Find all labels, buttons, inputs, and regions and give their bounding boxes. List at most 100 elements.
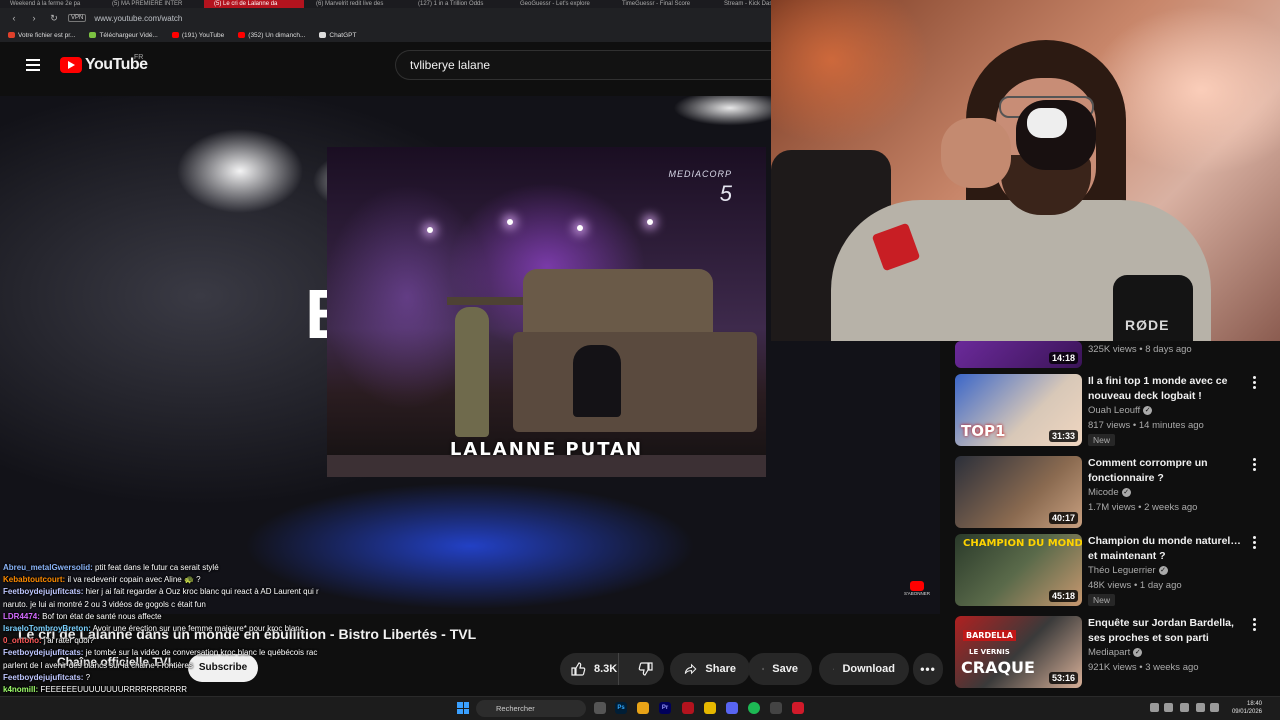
chat-text: naruto. je lui ai montré 2 ou 3 vidéos d… bbox=[3, 599, 206, 609]
recommendation-channel[interactable]: Théo Leguerrier ✓ bbox=[1088, 564, 1168, 577]
thumbnail-text: CHAMPION DU MONDE bbox=[963, 538, 1082, 549]
upload-age: 3 weeks ago bbox=[1145, 662, 1199, 673]
video-thumbnail[interactable]: 40:17 bbox=[955, 456, 1082, 528]
chat-text: FEEEEEEUUUUUUUURRRRRRRRRRR bbox=[38, 685, 188, 695]
bookmark-label: (191) YouTube bbox=[181, 31, 225, 39]
bookmark-favicon-icon bbox=[238, 32, 246, 38]
microphone-icon[interactable] bbox=[1180, 703, 1189, 712]
bookmark-item[interactable]: (191) YouTube bbox=[171, 31, 225, 39]
recommendation-meta: 1.7M views • 2 weeks ago bbox=[1088, 501, 1197, 514]
browser-tab[interactable]: (6) Marvelrit redit live des bbox=[306, 0, 406, 8]
back-icon[interactable]: ‹ bbox=[8, 13, 20, 23]
download-button[interactable]: Download bbox=[819, 653, 909, 685]
more-vertical-icon[interactable] bbox=[1249, 376, 1259, 390]
browser-tab[interactable]: TimeGuessr - Final Score bbox=[612, 0, 712, 8]
bookmark-item[interactable]: ChatGPT bbox=[319, 32, 356, 39]
verified-icon: ✓ bbox=[1158, 565, 1168, 575]
youtube-play-icon bbox=[60, 57, 82, 73]
recommendation-title[interactable]: Enquête sur Jordan Bardella, ses proches… bbox=[1088, 616, 1248, 646]
vpn-badge[interactable]: VPN bbox=[68, 14, 87, 22]
bookmark-item[interactable]: Téléchargeur Vidé... bbox=[89, 31, 158, 39]
more-actions-button[interactable]: ••• bbox=[913, 653, 943, 685]
taskbar-clock[interactable]: 18:40 09/01/2026 bbox=[1222, 700, 1262, 716]
browser-tab[interactable]: GeoGuessr - Let's explore bbox=[510, 0, 610, 8]
browser-tab[interactable]: (5) Le cri de Lalanne da bbox=[204, 0, 304, 8]
chevron-up-icon[interactable] bbox=[1150, 703, 1159, 712]
opera-icon[interactable] bbox=[682, 702, 694, 714]
taskbar-search[interactable]: Rechercher bbox=[476, 700, 586, 717]
recommendation-channel[interactable]: Ouah Leouff ✓ bbox=[1088, 404, 1153, 417]
chat-text: ptit feat dans le futur ca serait stylé bbox=[92, 563, 219, 572]
tank-gun bbox=[447, 297, 527, 305]
streamer-webcam: RØDE bbox=[771, 0, 1280, 341]
spotify-icon[interactable] bbox=[748, 702, 760, 714]
file-explorer-icon[interactable] bbox=[637, 702, 649, 714]
network-icon[interactable] bbox=[1164, 703, 1173, 712]
new-badge: New bbox=[1088, 594, 1116, 606]
url-field[interactable]: www.youtube.com/watch bbox=[94, 14, 182, 23]
browser-tab[interactable]: (5) MA PREMIERE INTER bbox=[102, 0, 202, 8]
thumbnail-text: TOP1 bbox=[961, 422, 1006, 440]
browser-tab[interactable]: (127) 1 in a Trillion Odds bbox=[408, 0, 508, 8]
wifi-icon[interactable] bbox=[1196, 703, 1205, 712]
premiere-icon[interactable]: Pr bbox=[659, 702, 671, 714]
chat-text: Avoir une érection sur une femme majeure… bbox=[90, 624, 304, 634]
video-thumbnail[interactable]: BARDELLA LE VERNIS CRAQUE 53:16 bbox=[955, 616, 1082, 688]
recommendation-title[interactable]: Champion du monde naturel… et maintenant… bbox=[1088, 534, 1248, 564]
chat-message: k4nomill: FEEEEEEUUUUUUUURRRRRRRRRRR bbox=[3, 684, 343, 696]
recommendation-title[interactable]: Comment corrompre un fonctionnaire ? bbox=[1088, 456, 1248, 486]
upload-age: 8 days ago bbox=[1145, 344, 1192, 355]
reload-icon[interactable]: ↻ bbox=[48, 13, 60, 24]
mic-brand: RØDE bbox=[1125, 317, 1170, 333]
obs-icon[interactable] bbox=[770, 702, 782, 714]
chat-username: Abreu_metalGwersolid: bbox=[3, 563, 93, 572]
discord-icon[interactable] bbox=[726, 702, 738, 714]
chrome-icon[interactable] bbox=[704, 702, 716, 714]
bookmark-item[interactable]: Votre fichier est pr... bbox=[8, 32, 75, 39]
chat-text: je tombé sur la vidéo de conversation kr… bbox=[83, 648, 318, 658]
more-vertical-icon[interactable] bbox=[1249, 458, 1259, 472]
share-button[interactable]: Share bbox=[670, 653, 750, 685]
volume-icon[interactable] bbox=[1210, 703, 1219, 712]
bookmark-item[interactable]: (352) Un dimanch... bbox=[238, 32, 305, 39]
chat-message: parlent de l avenir des blancs sur la ch… bbox=[3, 660, 343, 672]
video-thumbnail[interactable]: CHAMPION DU MONDE 45:18 bbox=[955, 534, 1082, 606]
browser-tab[interactable]: Weekend à la ferme 2e pa bbox=[0, 0, 100, 8]
windows-start-icon[interactable] bbox=[457, 702, 469, 714]
bookmark-label: Téléchargeur Vidé... bbox=[99, 31, 158, 39]
meta-separator: • bbox=[1130, 420, 1139, 431]
recommendation-channel[interactable]: Micode ✓ bbox=[1088, 486, 1131, 499]
download-label: Download bbox=[842, 663, 895, 675]
subscribe-watermark[interactable]: S'ABONNER bbox=[902, 581, 932, 599]
recommendation-channel[interactable]: Mediapart ✓ bbox=[1088, 646, 1143, 659]
more-vertical-icon[interactable] bbox=[1249, 618, 1259, 632]
recommendation-title[interactable]: Il a fini top 1 monde avec ce nouveau de… bbox=[1088, 374, 1248, 404]
video-thumbnail[interactable]: 14:18 bbox=[955, 341, 1082, 368]
dislike-button[interactable] bbox=[627, 653, 664, 685]
search-input[interactable]: tvliberye lalane bbox=[395, 50, 775, 80]
chat-username: k4nomill: bbox=[3, 685, 39, 695]
video-thumbnail[interactable]: TOP1 31:33 bbox=[955, 374, 1082, 446]
opera-gx-icon[interactable] bbox=[792, 702, 804, 714]
recommendation-meta: 921K views • 3 weeks ago bbox=[1088, 661, 1199, 674]
recommendation-meta: 48K views • 1 day ago bbox=[1088, 579, 1182, 592]
photoshop-icon[interactable]: Ps bbox=[615, 702, 627, 714]
save-button[interactable]: Save bbox=[748, 653, 812, 685]
upload-age: 14 minutes ago bbox=[1138, 420, 1204, 431]
meta-separator: • bbox=[1136, 662, 1146, 673]
chat-message: Feetboydejujufitcats: je tombé sur la vi… bbox=[3, 647, 343, 659]
save-label: Save bbox=[772, 663, 798, 675]
upload-age: 1 day ago bbox=[1139, 580, 1182, 591]
chat-text: ? bbox=[83, 672, 91, 682]
chat-text: Bof ton état de santé nous affecte bbox=[39, 611, 162, 621]
task-view-icon[interactable] bbox=[594, 702, 606, 714]
menu-icon[interactable] bbox=[26, 59, 40, 71]
stream-chat-overlay: Abreu_metalGwersolid: ptit feat dans le … bbox=[3, 562, 343, 708]
forward-icon[interactable]: › bbox=[28, 13, 40, 23]
bookmark-favicon-icon bbox=[319, 32, 327, 38]
like-button[interactable]: 8.3K bbox=[560, 653, 620, 685]
chat-text: parlent de l avenir des blancs sur la ch… bbox=[3, 660, 193, 670]
tank-turret bbox=[523, 269, 713, 339]
more-vertical-icon[interactable] bbox=[1249, 536, 1259, 550]
chat-message: Kebabtoutcourt: il va redevenir copain a… bbox=[3, 574, 343, 586]
